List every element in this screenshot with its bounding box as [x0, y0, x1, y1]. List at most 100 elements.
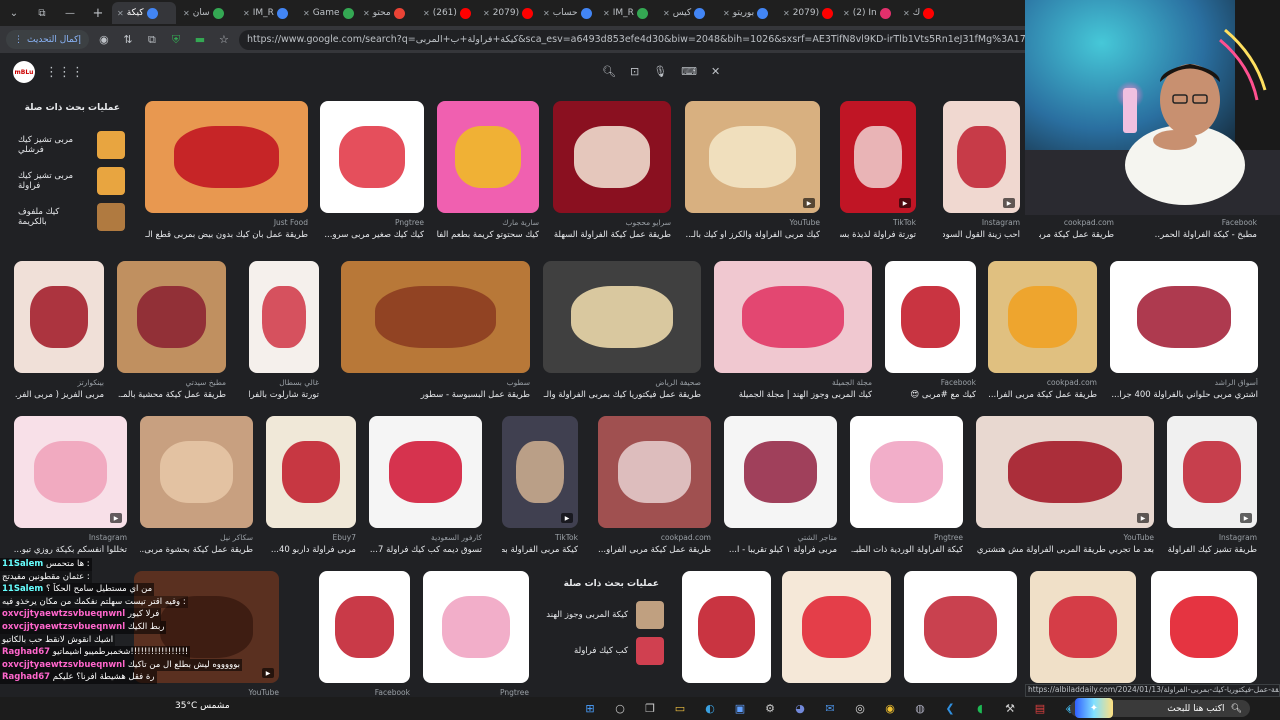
result-title[interactable]: بعد ما تجربي طريقة المربى الفراولة مش هت… [976, 545, 1154, 557]
result-title[interactable]: كيكة مربى الفراولة بط... [502, 545, 578, 557]
result-title[interactable]: طريقة عمل كيكة محشية بالمـ... [117, 390, 226, 402]
tab-11[interactable]: ✕ 2079) [778, 2, 836, 24]
store-icon[interactable]: ▣ [730, 699, 750, 717]
image-result-card[interactable]: غالي بسطال تورتة شارلوت بالفراولـ... [249, 261, 319, 402]
result-image[interactable] [850, 416, 963, 528]
result-image[interactable] [1030, 571, 1136, 683]
tool-icon[interactable]: ⚒ [1000, 699, 1020, 717]
result-title[interactable]: طريقة عمل بان كيك بدون بيض بمربى قطع الـ… [145, 230, 308, 242]
image-result-card[interactable]: سكاكر نيل طريقة عمل كيكة بحشوة مربى... [140, 416, 253, 557]
tab-close-icon[interactable]: ✕ [663, 9, 670, 18]
result-source[interactable]: Pngtree [850, 533, 963, 543]
result-title[interactable]: تورتة شارلوت بالفراولـ... [249, 390, 319, 402]
new-tab-button[interactable]: + [84, 0, 112, 26]
result-source[interactable]: سارية مارك [437, 218, 539, 228]
result-image[interactable] [249, 261, 319, 373]
explorer-icon[interactable]: ▭ [670, 699, 690, 717]
result-title[interactable]: مربى فراولة داربو 40... [266, 545, 356, 557]
result-title[interactable]: كيك مربى الفراولة والكرز او كيك بالـ... [685, 230, 820, 242]
tab-close-icon[interactable]: ✕ [483, 9, 490, 18]
result-source[interactable]: سكاكر نيل [140, 533, 253, 543]
result-title[interactable]: اشتري مربى حلواني بالفراولة 400 جرا... [1110, 390, 1258, 402]
result-source[interactable]: Instagram [1167, 533, 1257, 543]
tune-icon[interactable]: ⇅ [119, 31, 137, 49]
result-title[interactable]: كيك كيك صغير مربى سرو... [320, 230, 424, 242]
related-search-item[interactable]: مربى تشيز كيك فراولة [18, 163, 128, 199]
keyboard-icon[interactable]: ⌨ [681, 65, 697, 78]
edge-icon[interactable]: ◐ [700, 699, 720, 717]
result-title[interactable]: كيك المربى وجوز الهند | مجلة الجميلة [714, 390, 872, 402]
image-result-card[interactable]: أسواق الراشد اشتري مربى حلواني بالفراولة … [1110, 261, 1258, 402]
tab-close-icon[interactable]: ✕ [303, 9, 310, 18]
result-source[interactable]: مطبخ سيدتي [117, 378, 226, 388]
tab-1[interactable]: ✕ سان [178, 2, 236, 24]
settings-icon[interactable]: ⚙ [760, 699, 780, 717]
result-source[interactable]: Ebuy7 [266, 533, 356, 543]
tab-3[interactable]: ✕ Game [298, 2, 356, 24]
result-source[interactable]: غالي بسطال [249, 378, 319, 388]
image-result-card[interactable] [782, 571, 891, 703]
tab-close-icon[interactable]: ✕ [723, 9, 730, 18]
tab-4[interactable]: ✕ محتو [358, 2, 416, 24]
related-search-item[interactable]: كب كيك فراولة [545, 633, 667, 669]
account-avatar[interactable]: mBLu [13, 61, 35, 83]
minimize-icon[interactable]: — [56, 0, 84, 26]
apps-grid-icon[interactable]: ⋮⋮⋮ [45, 65, 84, 80]
result-image[interactable] [988, 261, 1097, 373]
result-source[interactable]: YouTube [976, 533, 1155, 543]
related-search-item[interactable]: كيكة المربى وجوز الهند [545, 597, 667, 633]
result-image[interactable] [369, 416, 482, 528]
related-search-item[interactable]: كيك ملفوف بالكريمة [18, 199, 128, 235]
tab-close-icon[interactable]: ✕ [183, 9, 190, 18]
tab-7[interactable]: ✕ حساب [538, 2, 596, 24]
app-icon[interactable]: ▤ [1030, 699, 1050, 717]
result-title[interactable]: تورتة فراولة لذيذة بسعـ... [840, 230, 916, 242]
result-title[interactable]: كيك مع #مربى 😍 [885, 390, 976, 402]
result-source[interactable]: بينكوارتز [14, 378, 104, 388]
result-image[interactable]: ▶ [976, 416, 1154, 528]
result-source[interactable]: Instagram [943, 218, 1020, 228]
result-title[interactable]: طريقة عمل كيكة بحشوة مربى... [140, 545, 253, 557]
result-image[interactable]: ▶ [502, 416, 578, 528]
result-image[interactable] [904, 571, 1017, 683]
tab-close-icon[interactable]: ✕ [543, 9, 550, 18]
related-search-item[interactable]: مربى تشيز كيك فرشلي [18, 127, 128, 163]
image-result-card[interactable]: ▶ Instagram تخللوا أنفسكم بكيكة روزي تيو..… [14, 416, 127, 557]
result-title[interactable]: أحب زينة القول السودا... [943, 230, 1020, 242]
steam-icon[interactable]: ◍ [910, 699, 930, 717]
result-source[interactable]: كارفور السعودية [369, 533, 482, 543]
extensions-icon[interactable]: ⧉ [143, 31, 161, 49]
result-image[interactable] [885, 261, 976, 373]
result-image[interactable] [714, 261, 872, 373]
result-source[interactable]: صحيفة الرياض [543, 378, 701, 388]
image-result-card[interactable]: Ebuy7 مربى فراولة داربو 40... [266, 416, 356, 557]
tab-10[interactable]: ✕ بوريتو [718, 2, 776, 24]
tab-close-icon[interactable]: ✕ [843, 9, 850, 18]
image-result-card[interactable]: سارية مارك كيك سحتوتو كريمة بطعم الفا... [437, 101, 539, 242]
result-source[interactable]: TikTok [502, 533, 578, 543]
image-result-card[interactable]: Facebook كيك مع #مربى 😍 [885, 261, 976, 402]
image-result-card[interactable]: سرايو محجوب طريقة عمل كيكة الفراولة السهل… [553, 101, 671, 242]
image-result-card[interactable]: ▶ YouTube بعد ما تجربي طريقة المربى الفراو… [976, 416, 1154, 557]
result-title[interactable]: مربى الفريز ( مربى الفر... [14, 390, 104, 402]
tab-13[interactable]: ✕ ك [898, 2, 956, 24]
result-image[interactable] [341, 261, 530, 373]
tab-close-icon[interactable]: ✕ [423, 9, 430, 18]
result-image[interactable] [782, 571, 891, 683]
result-image[interactable] [598, 416, 711, 528]
image-result-card[interactable]: سطوب طريقة عمل البسبوسة - سطور [341, 261, 530, 402]
result-source[interactable]: Just Food [145, 218, 308, 228]
copilot-icon[interactable]: ✦ [1075, 698, 1113, 718]
tab-12[interactable]: ✕ (2) In [838, 2, 896, 24]
result-source[interactable]: Facebook [1155, 218, 1257, 228]
result-source[interactable]: مجلة الجميلة [714, 378, 872, 388]
result-source[interactable]: أسواق الراشد [1110, 378, 1258, 388]
result-source[interactable]: TikTok [840, 218, 916, 228]
result-title[interactable]: طريقة عمل كيكة الفراولة السهلة [553, 230, 671, 242]
result-image[interactable] [117, 261, 226, 373]
image-result-card[interactable]: متاجر الشتي مربى فراولة ١ كيلو تقريباً - … [724, 416, 837, 557]
search-icon[interactable]: 🔍︎ [602, 65, 616, 78]
result-image[interactable] [1151, 571, 1257, 683]
result-image[interactable] [145, 101, 308, 213]
tab-close-icon[interactable]: ✕ [243, 9, 250, 18]
